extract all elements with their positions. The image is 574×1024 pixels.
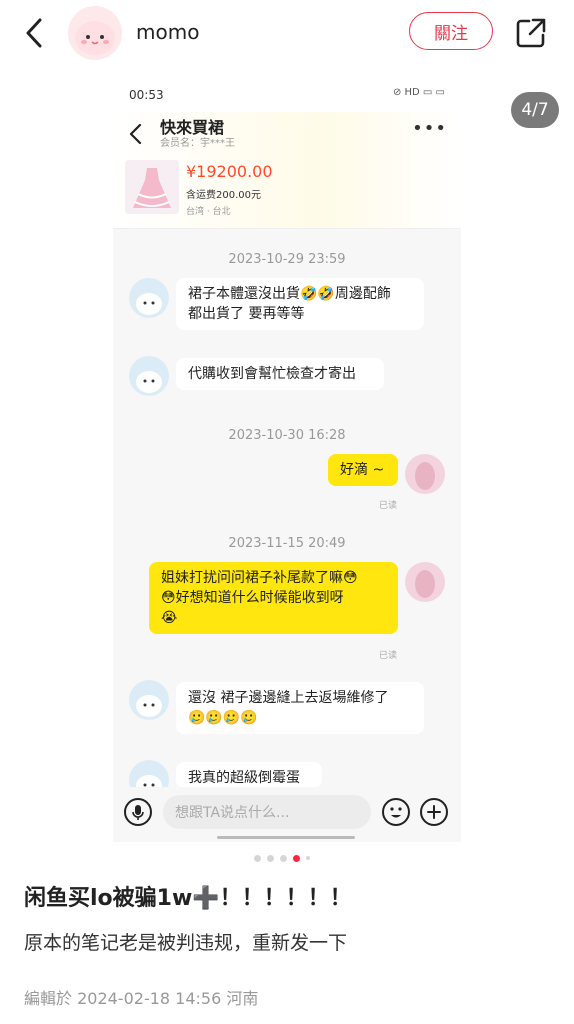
emoji-icon [382,798,410,826]
seller-avatar [129,356,169,396]
chat-header: 快來買裙 会员名：宇***王 ••• ¥19200.00 含运费200.00元 … [113,112,461,229]
timestamp: 2023-10-30 16:28 [228,428,346,443]
message-line: 代購收到會幫忙檢查才寄出 [188,366,356,382]
status-bar: 00:53 ⊘ HD ▭ ▭ [113,72,461,112]
chat-input-bar: 想跟TA说点什么... [113,787,461,842]
read-status: 已读 [379,501,398,511]
post-title: 闲鱼买lo被骗1w➕！！！！！！ [24,886,352,911]
carousel-dots[interactable] [254,854,310,862]
timestamp: 2023-11-15 20:49 [228,536,346,551]
follow-button[interactable]: 關注 [409,12,493,50]
status-time: 00:53 [129,88,164,102]
carousel-dot[interactable] [254,854,261,862]
message-line: 🥲🥲🥲🥲 [188,710,258,726]
seller-avatar [129,680,169,720]
seller-message: 還沒 裙子邊邊縫上去返場維修了 🥲🥲🥲🥲 [176,682,424,734]
seller-message: 我真的超級倒霉蛋 [176,762,322,788]
carousel-dot[interactable] [306,856,310,860]
chat-input: 想跟TA说点什么... [163,795,371,829]
my-avatar [405,454,445,494]
timestamp: 2023-10-29 23:59 [228,252,346,267]
message-line: 好滴 ~ [340,462,385,478]
avatar[interactable] [68,6,122,60]
chat-subtitle: 会员名：宇***王 [160,138,235,149]
message-line: 😭 [161,610,178,626]
chat-screenshot[interactable]: 00:53 ⊘ HD ▭ ▭ 快來買裙 会员名：宇***王 ••• ¥19200… [113,72,461,842]
home-indicator [217,836,355,839]
carousel-dot[interactable] [280,854,287,862]
post-meta: 編輯於 2024-02-18 14:56 河南 [24,989,259,1008]
message-line: 我真的超級倒霉蛋 [188,770,300,786]
post-body: 原本的笔记老是被判违规，重新发一下 [24,932,348,954]
my-avatar [405,562,445,602]
message-line: 都出貨了 要再等等 [188,306,305,322]
message-line: 姐妹打扰问问裙子补尾款了嘛😳 [161,570,358,586]
carousel-dot-active[interactable] [293,854,300,862]
username[interactable]: momo [136,20,199,44]
back-icon[interactable] [22,16,50,50]
seller-message: 代購收到會幫忙檢查才寄出 [176,358,384,390]
item-price: ¥19200.00 [186,162,273,181]
my-message: 姐妹打扰问问裙子补尾款了嘛😳 😳好想知道什么时候能收到呀 😭 [149,562,398,634]
message-line: 裙子本體還沒出貨🤣🤣周邊配飾 [188,286,391,302]
plus-icon [420,798,448,826]
image-counter: 4/7 [511,92,559,128]
message-line: 還沒 裙子邊邊縫上去返場維修了 [188,690,389,706]
chat-back-icon [129,123,142,145]
read-status: 已读 [379,651,398,661]
seller-message: 裙子本體還沒出貨🤣🤣周邊配飾 都出貨了 要再等等 [176,278,424,330]
seller-avatar [129,278,169,318]
carousel-dot[interactable] [267,854,274,862]
item-shipping: 含运费200.00元 [186,190,261,201]
message-line: 😳好想知道什么时候能收到呀 [161,590,344,606]
top-bar: momo 關注 [0,0,574,68]
status-icons: ⊘ HD ▭ ▭ [392,87,445,98]
my-message: 好滴 ~ [328,454,398,486]
item-location: 台湾 · 台北 [186,207,231,217]
dress-thumbnail [125,160,179,214]
voice-icon [124,798,152,826]
more-icon: ••• [412,118,447,139]
share-icon[interactable] [514,16,548,50]
